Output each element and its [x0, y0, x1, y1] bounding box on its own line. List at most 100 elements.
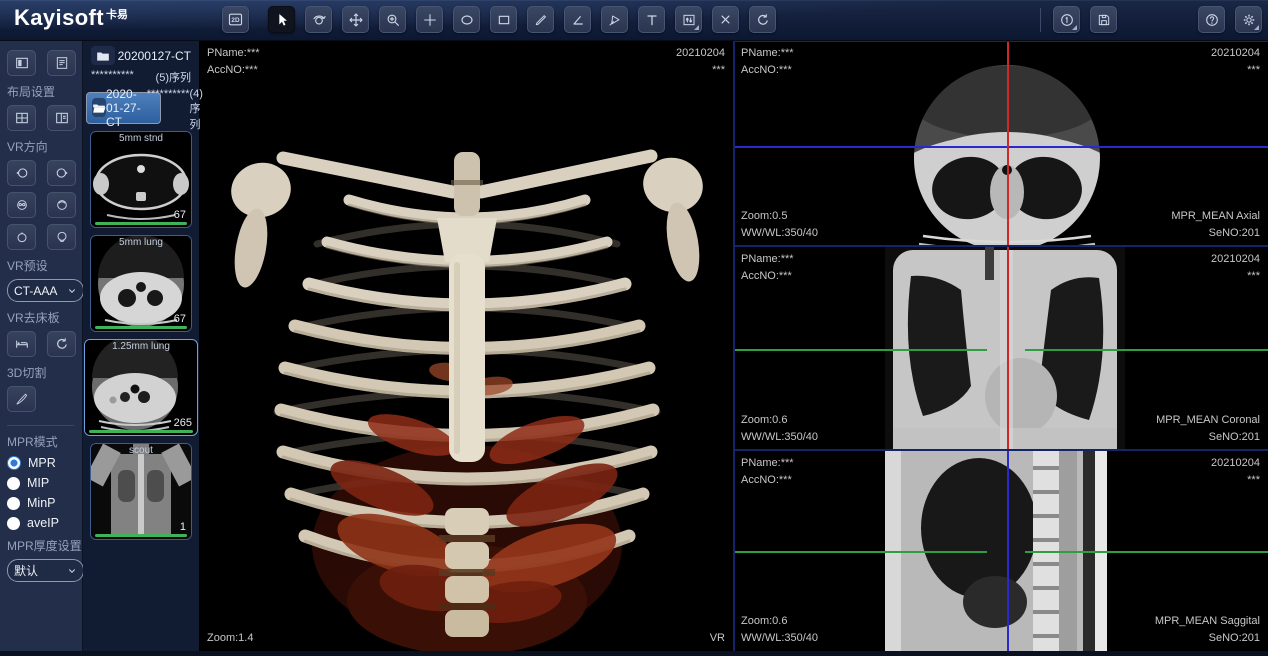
axial-crosshair-horizontal[interactable] [733, 146, 1268, 148]
crosshair-tool-button[interactable] [416, 6, 443, 33]
remove-bed-button[interactable] [7, 331, 36, 357]
axial-crosshair-vertical[interactable] [1007, 40, 1009, 246]
layout-report-button[interactable] [47, 50, 76, 76]
view-border-mid2 [733, 449, 1268, 451]
vr-ribcage-render [199, 40, 733, 651]
coronal-crosshair-horizontal-right[interactable] [1025, 349, 1268, 351]
masked-value: *** [1211, 62, 1260, 79]
masked-value: *** [1211, 472, 1260, 489]
reset-view-button[interactable] [749, 6, 776, 33]
delete-annotation-button[interactable] [712, 6, 739, 33]
study-patient-masked: ********** [147, 88, 190, 132]
axial-window-overlay: Zoom:0.5 WW/WL:350/40 [741, 208, 818, 241]
mpr-sagittal-view[interactable]: PName:*** AccNO:*** 20210204 *** Zoom:0.… [733, 450, 1268, 651]
layout-section-label: 布局设置 [7, 83, 82, 100]
window-level-preset-button[interactable] [675, 6, 702, 33]
series-thumbnail-5mm-stnd[interactable]: 5mm stnd 67 [90, 131, 192, 228]
orbit-rotate-button[interactable] [305, 6, 332, 33]
vr-preset-section-label: VR预设 [7, 257, 82, 274]
window-toolbar [1198, 6, 1262, 33]
layout-panel-icon [14, 55, 30, 71]
mpr-mode-option-mip[interactable]: MIP [7, 476, 82, 490]
mpr-mode-option-mpr[interactable]: MPR [7, 456, 82, 470]
thumbnail-image-count: 1 [180, 521, 186, 533]
radio-icon [7, 477, 20, 490]
study-series-count: (5)序列 [156, 69, 191, 85]
zoom-tool-button[interactable] [379, 6, 406, 33]
series-thumbnail-scout[interactable]: scout 1 [90, 443, 192, 540]
angle-measure-button[interactable] [564, 6, 591, 33]
vr-head-left-button[interactable] [7, 160, 36, 186]
vr-preset-select[interactable]: CT-AAA [7, 279, 84, 302]
series-thumbnail-5mm-lung[interactable]: 5mm lung 67 [90, 235, 192, 332]
split-layout-button[interactable] [47, 105, 76, 131]
pointer-tool-button[interactable] [268, 6, 295, 33]
rect-measure-button[interactable] [490, 6, 517, 33]
grid-2x2-layout-button[interactable] [7, 105, 36, 131]
sagittal-crosshair-horizontal-right[interactable] [1025, 551, 1268, 553]
coronal-crosshair-horizontal-left[interactable] [733, 349, 987, 351]
study-date: 20210204 [676, 45, 725, 62]
series-number: SeNO:201 [1156, 429, 1260, 446]
logo-suffix: 卡易 [106, 9, 128, 21]
mpr-axial-view[interactable]: PName:*** AccNO:*** 20210204 *** Zoom:0.… [733, 40, 1268, 246]
mpr-mode-option-aveip[interactable]: aveIP [7, 516, 82, 530]
text-annotation-button[interactable] [638, 6, 665, 33]
mpr-mode-label: MPR_MEAN Coronal [1156, 412, 1260, 429]
sagittal-patient-overlay: PName:*** AccNO:*** [741, 455, 794, 488]
toolbar-divider [1040, 8, 1041, 32]
coronal-window-overlay: Zoom:0.6 WW/WL:350/40 [741, 412, 818, 445]
grid-2x2-icon [14, 110, 30, 126]
2d-mode-icon: 2D [227, 11, 244, 28]
thumbnail-image-count: 265 [174, 417, 192, 429]
radio-selected-icon [7, 456, 21, 470]
vr-reset-button[interactable] [47, 331, 76, 357]
vr-head-superior-button[interactable] [7, 224, 36, 250]
report-button[interactable] [1053, 6, 1080, 33]
mpr-thickness-section-label: MPR厚度设置 [7, 537, 82, 554]
vr-direction-section-label: VR方向 [7, 138, 82, 155]
pan-tool-button[interactable] [342, 6, 369, 33]
coronal-mode-overlay: MPR_MEAN Coronal SeNO:201 [1156, 412, 1260, 445]
save-icon [1096, 12, 1112, 28]
sagittal-crosshair-vertical[interactable] [1007, 450, 1009, 651]
ellipse-measure-button[interactable] [453, 6, 480, 33]
mpr-coronal-view[interactable]: PName:*** AccNO:*** 20210204 *** Zoom:0.… [733, 246, 1268, 450]
folder-open-icon [92, 98, 106, 117]
2d-mode-button[interactable]: 2D [222, 6, 249, 33]
help-button[interactable] [1198, 6, 1225, 33]
series-thumbnail-125mm-lung[interactable]: 1.25mm lung 265 [84, 339, 198, 436]
grid-button-row [7, 105, 82, 131]
save-button[interactable] [1090, 6, 1117, 33]
settings-button[interactable] [1235, 6, 1262, 33]
vr-head-right-button[interactable] [47, 160, 76, 186]
vr-3d-viewport[interactable]: PName:*** AccNO:*** 20210204 *** Zoom:1.… [199, 40, 733, 651]
sagittal-crosshair-horizontal-left[interactable] [733, 551, 987, 553]
topbar: Kayisoft卡易 2D [0, 0, 1268, 41]
mpr-thickness-select[interactable]: 默认 [7, 559, 84, 582]
study-title: 20200127-CT [118, 49, 191, 63]
accession-number: AccNO:*** [741, 472, 794, 489]
layout-current-button[interactable] [7, 50, 36, 76]
vr-head-front-button[interactable] [7, 192, 36, 218]
axial-patient-overlay: PName:*** AccNO:*** [741, 45, 794, 78]
study-item[interactable]: 20200127-CT ********** (5)序列 [86, 42, 196, 90]
chevron-down-icon [67, 286, 77, 296]
vr-head-back-button[interactable] [47, 192, 76, 218]
study-item-selected[interactable]: 2020-01-27-CT ********** (4)序列 [86, 92, 161, 124]
pointer-icon [274, 12, 290, 28]
coronal-crosshair-vertical[interactable] [1007, 246, 1009, 450]
folder-closed-icon [91, 46, 115, 65]
vr-bed-section-label: VR去床板 [7, 309, 82, 326]
scalpel-icon [14, 391, 30, 407]
scalpel-cut-button[interactable] [7, 386, 36, 412]
cut3d-section-label: 3D切割 [7, 364, 82, 381]
help-icon [1204, 12, 1220, 28]
mpr-mode-option-minp[interactable]: MinP [7, 496, 82, 510]
head-top-icon [14, 229, 30, 245]
cobb-angle-button[interactable] [601, 6, 628, 33]
vr-head-inferior-button[interactable] [47, 224, 76, 250]
app-window: Kayisoft卡易 2D [0, 0, 1268, 651]
pencil-draw-button[interactable] [527, 6, 554, 33]
study-date: 20210204 [1211, 251, 1260, 268]
